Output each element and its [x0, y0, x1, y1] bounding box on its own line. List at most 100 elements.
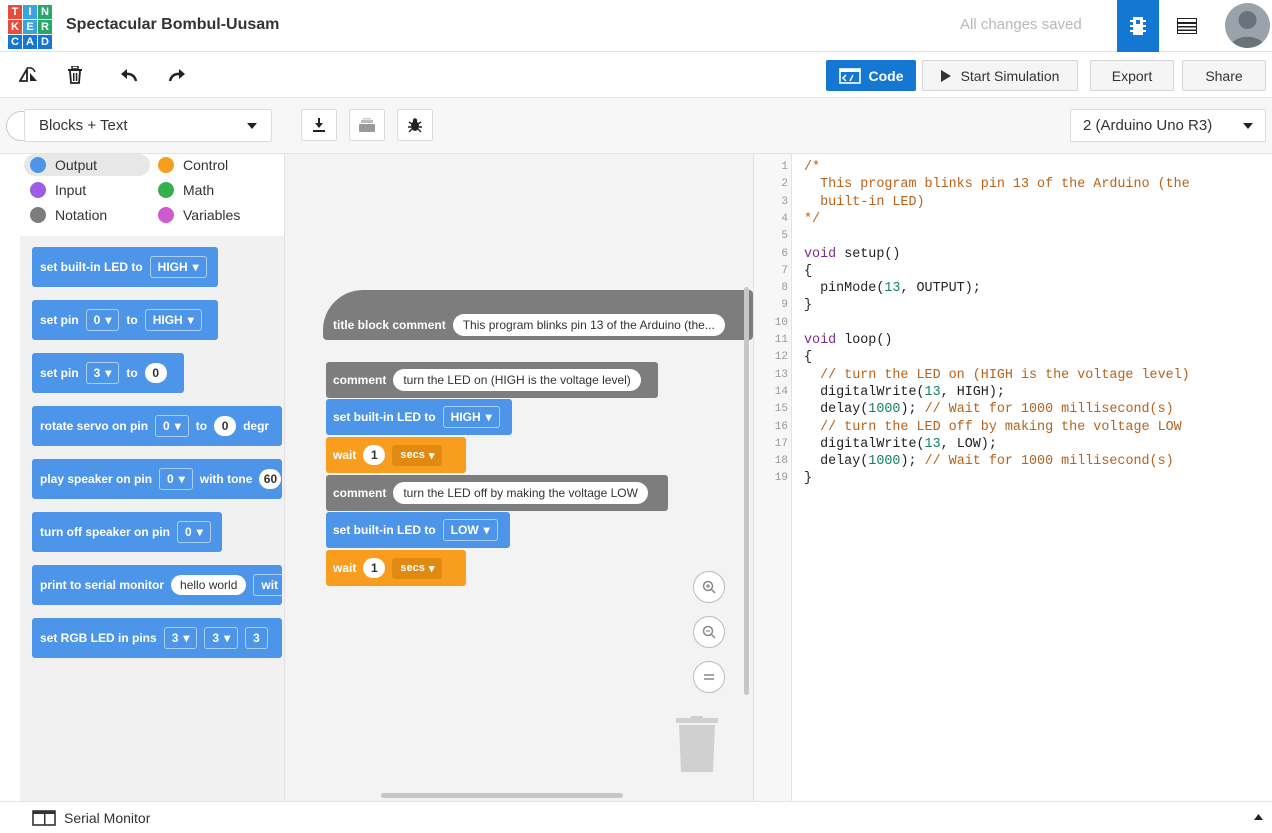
- trash-icon[interactable]: [62, 62, 88, 88]
- dropdown[interactable]: secs ▾: [392, 557, 443, 579]
- dropdown[interactable]: 3 ▾: [163, 627, 198, 649]
- number-input[interactable]: 0: [144, 363, 167, 383]
- code-line[interactable]: delay(1000); // Wait for 1000 millisecon…: [804, 402, 1174, 417]
- comment-text-input[interactable]: turn the LED on (HIGH is the voltage lev…: [393, 369, 641, 391]
- category-dot: [158, 157, 174, 173]
- undo-icon[interactable]: [116, 62, 142, 88]
- dropdown[interactable]: 0 ▾: [155, 415, 189, 437]
- code-line[interactable]: void loop(): [804, 333, 892, 348]
- title-block-content: title block comment This program blinks …: [326, 310, 744, 340]
- block-text: to: [126, 366, 138, 380]
- dropdown[interactable]: 3 ▾: [204, 627, 239, 649]
- dropdown[interactable]: 3 ▾: [85, 362, 120, 384]
- rotate-icon[interactable]: [16, 62, 42, 88]
- block-text: set pin: [40, 366, 79, 380]
- zoom-reset-button[interactable]: [693, 661, 725, 693]
- share-button[interactable]: Share: [1182, 60, 1266, 91]
- palette-block-set-pin[interactable]: set pin 0 ▾ to HIGH ▾: [32, 300, 218, 340]
- number-input[interactable]: 60: [259, 469, 282, 489]
- code-line[interactable]: pinMode(13, OUTPUT);: [804, 281, 981, 296]
- block-text: set built-in LED to: [333, 410, 436, 424]
- export-button[interactable]: Export: [1090, 60, 1174, 91]
- zoom-in-button[interactable]: [693, 571, 725, 603]
- comment-text-input[interactable]: This program blinks pin 13 of the Arduin…: [452, 314, 725, 336]
- dropdown[interactable]: wit: [253, 574, 282, 596]
- debugger-button[interactable]: [397, 109, 433, 141]
- number-input[interactable]: 1: [363, 445, 386, 465]
- wait-block[interactable]: wait 1 secs ▾: [326, 550, 466, 586]
- code-line[interactable]: {: [804, 350, 812, 365]
- libraries-button[interactable]: [349, 109, 385, 141]
- circuit-icon: [1130, 17, 1146, 35]
- palette-block-play-speaker[interactable]: play speaker on pin 0 ▾ with tone 60: [32, 459, 282, 499]
- tinkercad-logo[interactable]: TIN KER CAD: [8, 5, 52, 49]
- code-line[interactable]: // turn the LED on (HIGH is the voltage …: [804, 368, 1190, 383]
- code-line[interactable]: }: [804, 298, 812, 313]
- code-text-editor[interactable]: 1 /* 2 This program blinks pin 13 of the A…: [754, 154, 1272, 801]
- code-line[interactable]: digitalWrite(13, HIGH);: [804, 385, 1005, 400]
- set-builtin-led-block[interactable]: set built-in LED to HIGH ▾: [326, 399, 512, 435]
- start-simulation-button[interactable]: Start Simulation: [922, 60, 1078, 91]
- line-number: 10: [774, 316, 788, 329]
- category-output[interactable]: Output: [24, 154, 150, 176]
- caret-up-icon[interactable]: [1254, 814, 1263, 820]
- caret-down-icon: [247, 122, 257, 129]
- palette-block-print-serial[interactable]: print to serial monitor hello world wit: [32, 565, 282, 605]
- line-number: 12: [774, 351, 788, 364]
- dropdown[interactable]: 3: [245, 627, 268, 649]
- code-line[interactable]: This program blinks pin 13 of the Arduin…: [804, 177, 1190, 192]
- circuit-view-button[interactable]: [1117, 0, 1159, 52]
- dropdown[interactable]: LOW ▾: [442, 519, 498, 541]
- project-title[interactable]: Spectacular Bombul-Uusam: [66, 16, 279, 34]
- code-line[interactable]: }: [804, 471, 812, 486]
- code-button[interactable]: Code: [826, 60, 916, 91]
- category-notation[interactable]: Notation: [24, 204, 107, 226]
- code-line[interactable]: delay(1000); // Wait for 1000 millisecon…: [804, 454, 1174, 469]
- line-number: 2: [781, 178, 788, 191]
- board-select-value: 2 (Arduino Uno R3): [1083, 117, 1213, 134]
- number-input[interactable]: 0: [214, 416, 237, 436]
- serial-monitor-bar[interactable]: Serial Monitor: [0, 801, 1272, 833]
- comment-block[interactable]: comment turn the LED on (HIGH is the vol…: [326, 362, 658, 398]
- palette-block-set-builtin-led[interactable]: set built-in LED to HIGH ▾: [32, 247, 218, 287]
- comment-text-input[interactable]: turn the LED off by making the voltage L…: [393, 482, 648, 504]
- code-line[interactable]: digitalWrite(13, LOW);: [804, 437, 997, 452]
- code-line[interactable]: built-in LED): [804, 195, 924, 210]
- line-number: 16: [774, 420, 788, 433]
- category-math[interactable]: Math: [152, 179, 214, 201]
- wait-block[interactable]: wait 1 secs ▾: [326, 437, 466, 473]
- category-variables[interactable]: Variables: [152, 204, 240, 226]
- dropdown[interactable]: 0 ▾: [85, 309, 120, 331]
- redo-icon[interactable]: [164, 62, 190, 88]
- code-line[interactable]: // turn the LED off by making the voltag…: [804, 420, 1182, 435]
- dropdown[interactable]: HIGH ▾: [149, 256, 207, 278]
- workspace-trash-icon[interactable]: [676, 716, 718, 772]
- palette-block-set-rgb-led[interactable]: set RGB LED in pins 3 ▾ 3 ▾ 3: [32, 618, 282, 658]
- set-builtin-led-block[interactable]: set built-in LED to LOW ▾: [326, 512, 510, 548]
- code-line[interactable]: void setup(): [804, 247, 900, 262]
- code-line[interactable]: {: [804, 264, 812, 279]
- palette-block-rotate-servo[interactable]: rotate servo on pin 0 ▾ to 0 degr: [32, 406, 282, 446]
- component-list-button[interactable]: [1166, 0, 1208, 52]
- dropdown[interactable]: HIGH ▾: [442, 406, 500, 428]
- zoom-out-button[interactable]: [693, 616, 725, 648]
- number-input[interactable]: 1: [363, 558, 386, 578]
- user-avatar[interactable]: [1225, 3, 1270, 48]
- dropdown[interactable]: 0 ▾: [159, 468, 193, 490]
- dropdown[interactable]: secs ▾: [392, 444, 443, 466]
- code-line[interactable]: */: [804, 212, 820, 227]
- category-control[interactable]: Control: [152, 154, 228, 176]
- code-line[interactable]: /*: [804, 160, 820, 175]
- palette-block-turn-off-speaker[interactable]: turn off speaker on pin 0 ▾: [32, 512, 222, 552]
- dropdown[interactable]: 0 ▾: [177, 521, 211, 543]
- palette-block-set-pin-analog[interactable]: set pin 3 ▾ to 0: [32, 353, 184, 393]
- workspace-vertical-scrollbar[interactable]: [744, 287, 749, 695]
- workspace-horizontal-scrollbar[interactable]: [381, 793, 623, 798]
- board-select[interactable]: 2 (Arduino Uno R3): [1070, 109, 1266, 142]
- text-input[interactable]: hello world: [171, 575, 247, 595]
- category-input[interactable]: Input: [24, 179, 86, 201]
- comment-block[interactable]: comment turn the LED off by making the v…: [326, 475, 668, 511]
- editor-mode-select[interactable]: Blocks + Text: [24, 109, 272, 142]
- dropdown[interactable]: HIGH ▾: [144, 309, 202, 331]
- download-code-button[interactable]: [301, 109, 337, 141]
